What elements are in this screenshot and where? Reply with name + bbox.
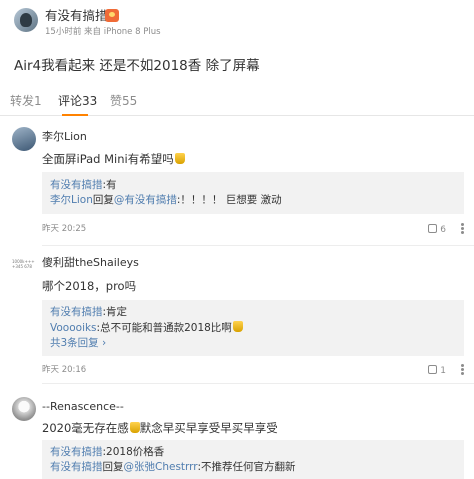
- commenter-avatar[interactable]: [12, 127, 36, 151]
- commenter-avatar[interactable]: 1000k+++ +345 678: [12, 255, 40, 281]
- author-avatar[interactable]: [14, 8, 38, 32]
- comment-item: --Renascence-- 2020毫无存在感 默念早买早享受早买早享受 有没有…: [0, 394, 474, 479]
- active-tab-indicator: [62, 114, 88, 116]
- reply-mention[interactable]: @有没有搞措: [114, 194, 177, 206]
- commenter-name[interactable]: --Renascence--: [42, 400, 124, 413]
- divider: [42, 383, 474, 384]
- thumbs-up-icon: [428, 224, 438, 233]
- tab-like[interactable]: 赞55: [110, 94, 137, 108]
- action-tabs: 转发1 评论33 赞55: [0, 88, 474, 116]
- more-options-icon[interactable]: [461, 364, 464, 375]
- like-button[interactable]: 6: [428, 224, 446, 235]
- comment-item: 李尔Lion 全面屏iPad Mini有希望吗 有没有搞措:有 李尔Lion回复…: [0, 124, 474, 246]
- reply-author[interactable]: 有没有搞措: [50, 446, 103, 458]
- thumbs-up-icon: [428, 365, 438, 374]
- reply-author[interactable]: 李尔Lion: [50, 194, 93, 206]
- more-options-icon[interactable]: [461, 223, 464, 234]
- post-author[interactable]: 有没有搞措: [45, 9, 108, 23]
- commenter-name[interactable]: 傻利甜theShaileys: [42, 256, 139, 269]
- candle-emoji-icon: [232, 321, 243, 332]
- reply-line: 有没有搞措:2018价格香: [50, 446, 165, 458]
- reply-box[interactable]: 有没有搞措:2018价格香 有没有搞措回复@张弛Chestrrr:不推荐任何官方…: [42, 440, 464, 479]
- commenter-avatar[interactable]: [12, 397, 36, 421]
- post-meta: 15小时前 来自 iPhone 8 Plus: [45, 27, 161, 37]
- post-header: 有没有搞措 15小时前 来自 iPhone 8 Plus: [0, 0, 474, 40]
- reply-line: 有没有搞措:肯定: [50, 306, 128, 318]
- avatar-text: 1000k+++ +345 678: [12, 259, 35, 269]
- candle-emoji-icon: [174, 153, 185, 164]
- comment-text: 全面屏iPad Mini有希望吗: [42, 152, 185, 166]
- more-replies-link[interactable]: 共3条回复 ›: [50, 337, 106, 350]
- reply-author[interactable]: 有没有搞措: [50, 306, 103, 318]
- commenter-name[interactable]: 李尔Lion: [42, 130, 87, 143]
- comment-text: 2020毫无存在感 默念早买早享受早买早享受: [42, 421, 278, 435]
- reply-line: 有没有搞措:有: [50, 179, 117, 191]
- reply-line: 有没有搞措回复@张弛Chestrrr:不推荐任何官方翻新: [50, 461, 296, 473]
- tab-repost[interactable]: 转发1: [10, 94, 42, 108]
- reply-author[interactable]: 有没有搞措: [50, 461, 103, 473]
- reply-box[interactable]: 有没有搞措:有 李尔Lion回复@有没有搞措:！！！！ 巨想要 激动: [42, 172, 464, 214]
- reply-author[interactable]: 有没有搞措: [50, 179, 103, 191]
- reply-mention[interactable]: @张弛Chestrrr: [124, 461, 198, 473]
- reply-line: 李尔Lion回复@有没有搞措:！！！！ 巨想要 激动: [50, 194, 282, 206]
- like-button[interactable]: 1: [428, 365, 446, 376]
- candle-emoji-icon: [129, 422, 140, 433]
- comment-text: 哪个2018，pro吗: [42, 279, 137, 293]
- reply-line: Vooooiks:总不可能和普通款2018比啊: [50, 321, 243, 335]
- comment-item: 1000k+++ +345 678 傻利甜theShaileys 哪个2018，…: [0, 252, 474, 384]
- comment-time: 昨天 20:25: [42, 224, 87, 234]
- vip-badge-icon: [105, 9, 119, 22]
- comment-time: 昨天 20:16: [42, 365, 87, 375]
- post-body: Air4我看起来 还是不如2018香 除了屏幕: [14, 58, 260, 74]
- divider: [42, 245, 474, 246]
- reply-author[interactable]: Vooooiks: [50, 322, 97, 334]
- reply-box[interactable]: 有没有搞措:肯定 Vooooiks:总不可能和普通款2018比啊 共3条回复 ›: [42, 300, 464, 356]
- tab-comment[interactable]: 评论33: [58, 94, 97, 108]
